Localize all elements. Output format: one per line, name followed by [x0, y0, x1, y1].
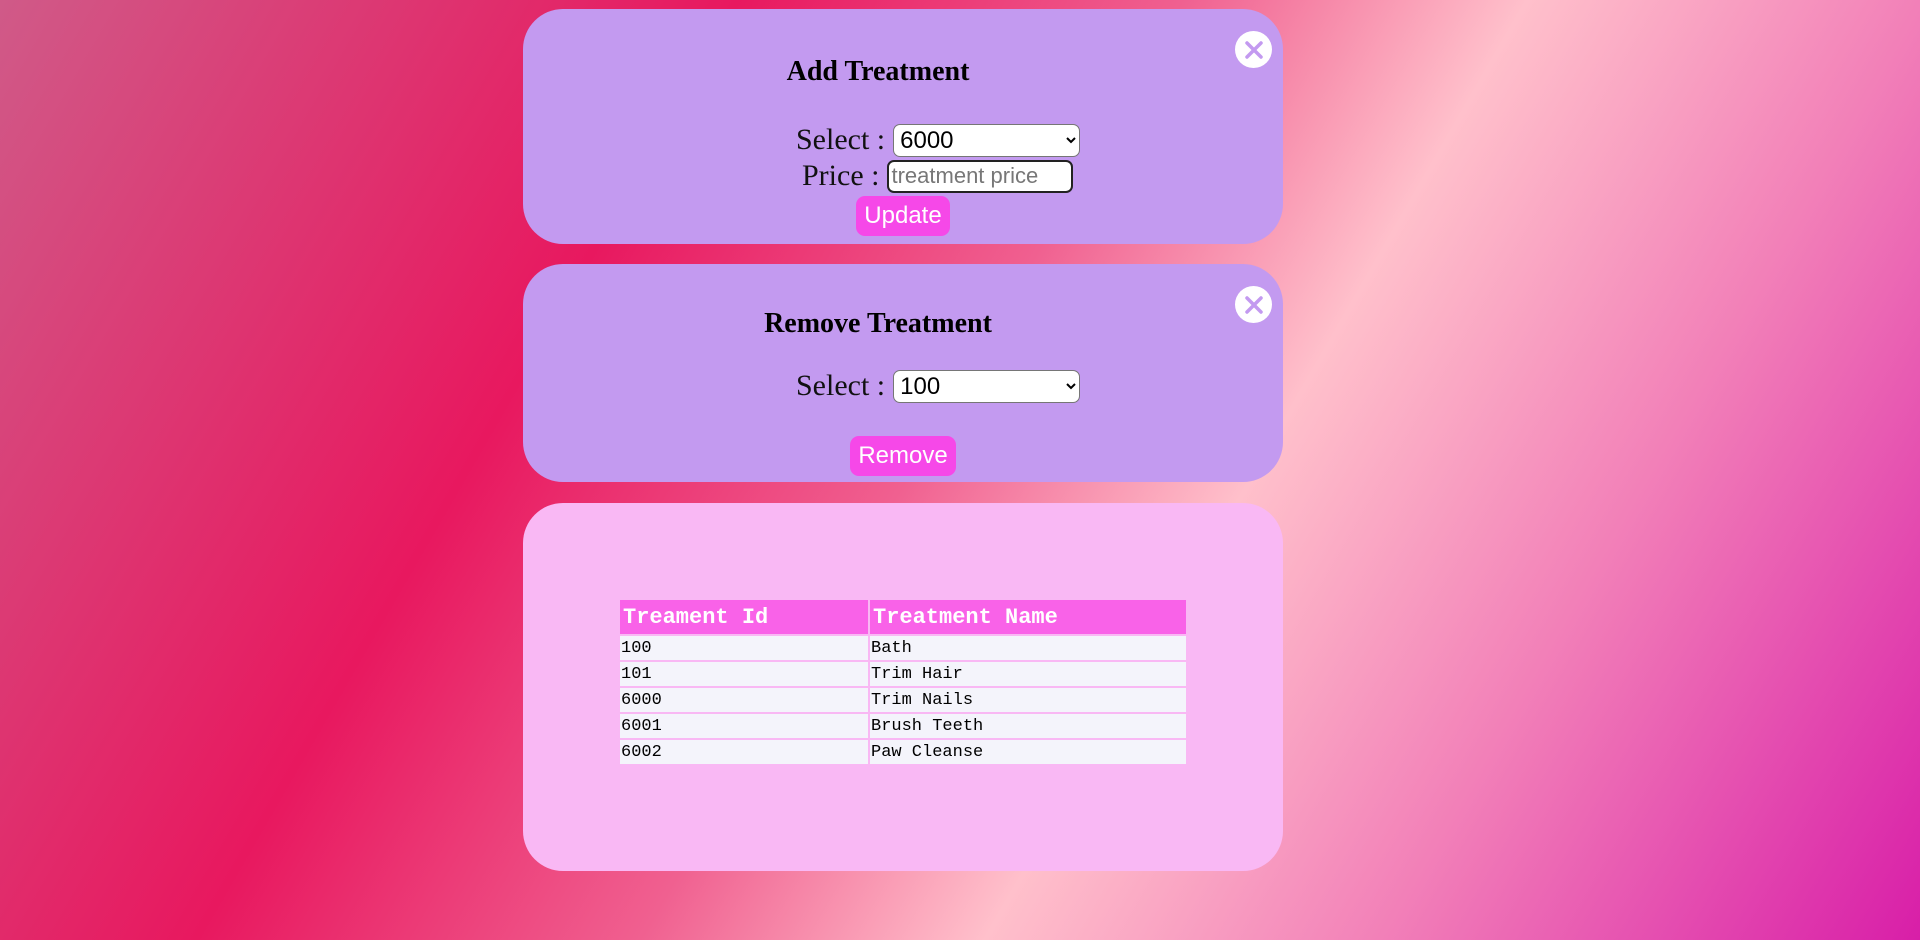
cell-treatment-id: 6001 — [620, 714, 868, 738]
add-select-label: Select : — [796, 123, 886, 156]
cell-treatment-name: Brush Teeth — [870, 714, 1186, 738]
remove-panel-close-button[interactable] — [1235, 286, 1272, 323]
table-row: 6000 Trim Nails — [620, 688, 1186, 712]
cell-treatment-name: Bath — [870, 636, 1186, 660]
table-row: 6001 Brush Teeth — [620, 714, 1186, 738]
treatment-table-panel: Treament Id Treatment Name 100 Bath 101 … — [523, 503, 1283, 871]
add-select-row: Select : 6000 — [796, 123, 1081, 157]
remove-select-row: Select : 100 — [796, 369, 1081, 403]
close-icon — [1244, 40, 1263, 59]
cell-treatment-id: 6002 — [620, 740, 868, 764]
add-treatment-select[interactable]: 6000 — [893, 123, 1081, 157]
price-input[interactable] — [887, 159, 1074, 193]
remove-select-label: Select : — [796, 369, 886, 402]
remove-button[interactable]: Remove — [850, 436, 956, 476]
table-header-row: Treament Id Treatment Name — [620, 600, 1186, 634]
remove-treatment-title: Remove Treatment — [764, 308, 992, 339]
cell-treatment-id: 6000 — [620, 688, 868, 712]
table-row: 100 Bath — [620, 636, 1186, 660]
add-treatment-title: Add Treatment — [786, 56, 970, 87]
remove-treatment-select[interactable]: 100 — [893, 369, 1081, 403]
header-treatment-name: Treatment Name — [870, 600, 1186, 634]
add-treatment-panel: Add Treatment Select : 6000 Price : Upda… — [523, 9, 1283, 244]
remove-treatment-panel: Remove Treatment Select : 100 Remove — [523, 264, 1283, 482]
price-label: Price : — [802, 159, 880, 192]
add-panel-close-button[interactable] — [1235, 31, 1272, 68]
cell-treatment-name: Paw Cleanse — [870, 740, 1186, 764]
update-button[interactable]: Update — [856, 196, 950, 236]
cell-treatment-id: 100 — [620, 636, 868, 660]
cell-treatment-name: Trim Hair — [870, 662, 1186, 686]
price-row: Price : — [802, 159, 1074, 193]
treatment-table: Treament Id Treatment Name 100 Bath 101 … — [618, 598, 1188, 766]
table-row: 101 Trim Hair — [620, 662, 1186, 686]
header-treatment-id: Treament Id — [620, 600, 868, 634]
cell-treatment-id: 101 — [620, 662, 868, 686]
table-row: 6002 Paw Cleanse — [620, 740, 1186, 764]
close-icon — [1244, 295, 1263, 314]
cell-treatment-name: Trim Nails — [870, 688, 1186, 712]
